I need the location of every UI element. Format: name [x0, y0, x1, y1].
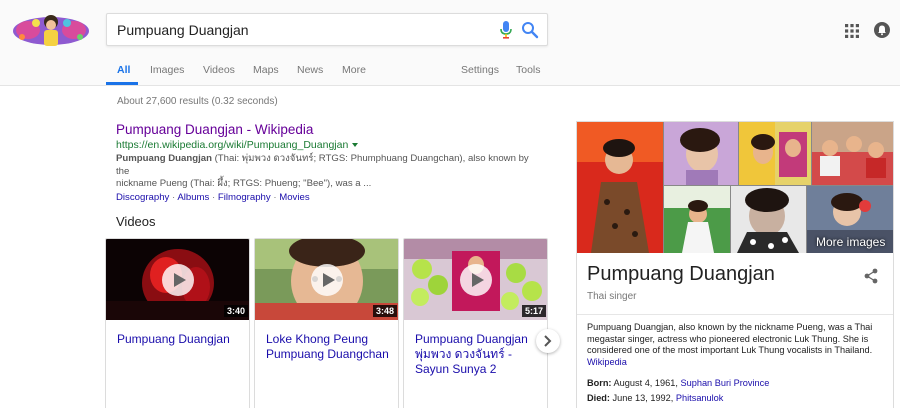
fact-died-value: June 13, 1992,: [612, 393, 674, 403]
search-result: Pumpuang Duangjan - Wikipedia https://en…: [116, 122, 536, 204]
fact-born-place-link[interactable]: Suphan Buri Province: [680, 378, 769, 388]
result-url-text: https://en.wikipedia.org/wiki/Pumpuang_D…: [116, 139, 349, 151]
tab-all[interactable]: All: [117, 64, 130, 76]
video-duration: 3:40: [223, 305, 248, 317]
description-source-link[interactable]: Wikipedia: [587, 357, 627, 367]
search-input[interactable]: [117, 14, 477, 45]
video-card[interactable]: 5:17 Pumpuang Duangjan พุ่มพวง ดวงจันทร์…: [403, 238, 548, 408]
tab-videos[interactable]: Videos: [203, 64, 235, 76]
knowledge-panel-description: Pumpuang Duangjan, also known by the nic…: [587, 322, 887, 368]
knowledge-panel: More images Pumpuang Duangjan Thai singe…: [576, 121, 894, 408]
sitelink-separator: ·: [273, 191, 277, 203]
knowledge-panel-divider: [577, 314, 893, 315]
search-box: [106, 13, 548, 46]
panel-image[interactable]: [664, 186, 730, 253]
videos-next-button[interactable]: [536, 329, 560, 353]
chevron-right-icon: [544, 335, 552, 347]
panel-image[interactable]: [812, 122, 893, 185]
result-url: https://en.wikipedia.org/wiki/Pumpuang_D…: [116, 139, 536, 152]
video-thumbnail[interactable]: 3:40: [106, 239, 249, 320]
sitelink-movies[interactable]: Movies: [279, 192, 309, 203]
snippet-bold-term: Pumpuang Duangjan: [116, 153, 212, 164]
sitelink-separator: ·: [172, 191, 176, 203]
sitelink-discography[interactable]: Discography: [116, 192, 169, 203]
google-doodle-logo[interactable]: [12, 10, 90, 50]
tab-more[interactable]: More: [342, 64, 366, 76]
play-icon[interactable]: [460, 264, 492, 296]
result-stats: About 27,600 results (0.32 seconds): [117, 96, 278, 107]
share-icon[interactable]: [863, 268, 879, 284]
tab-news[interactable]: News: [297, 64, 323, 76]
knowledge-panel-image-collage[interactable]: More images: [577, 122, 893, 253]
play-icon[interactable]: [162, 264, 194, 296]
video-title[interactable]: Loke Khong Peung Pumpuang Duangchan: [266, 332, 394, 362]
video-title[interactable]: Pumpuang Duangjan: [117, 332, 245, 347]
active-tab-indicator: [106, 82, 138, 85]
panel-image[interactable]: [577, 122, 663, 253]
tab-tools[interactable]: Tools: [516, 64, 541, 76]
result-snippet: Pumpuang Duangjan (Thai: พุ่มพวง ดวงจันท…: [116, 153, 536, 191]
video-duration: 5:17: [521, 305, 546, 317]
sitelink-albums[interactable]: Albums: [177, 192, 209, 203]
video-duration: 3:48: [372, 305, 397, 317]
sitelinks: Discography · Albums · Filmography · Mov…: [116, 192, 536, 204]
video-card[interactable]: 3:40 Pumpuang Duangjan: [105, 238, 250, 408]
search-icon[interactable]: [521, 21, 539, 39]
panel-image[interactable]: [739, 122, 811, 185]
video-thumbnail[interactable]: 3:48: [255, 239, 398, 320]
panel-image[interactable]: [664, 122, 738, 185]
fact-died-label: Died:: [587, 393, 610, 403]
video-card[interactable]: 3:48 Loke Khong Peung Pumpuang Duangchan: [254, 238, 399, 408]
apps-grid-icon[interactable]: [845, 24, 859, 38]
header: All Images Videos Maps News More Setting…: [0, 0, 900, 86]
account-notification-icon[interactable]: [874, 22, 890, 38]
knowledge-panel-title: Pumpuang Duangjan: [587, 263, 775, 285]
knowledge-panel-subtitle: Thai singer: [587, 291, 637, 302]
sitelink-separator: ·: [212, 191, 216, 203]
videos-heading: Videos: [116, 214, 156, 229]
video-title[interactable]: Pumpuang Duangjan พุ่มพวง ดวงจันทร์ - Sa…: [415, 332, 543, 377]
fact-died-place-link[interactable]: Phitsanulok: [676, 393, 724, 403]
description-text: Pumpuang Duangjan, also known by the nic…: [587, 322, 873, 356]
fact-born: Born: August 4, 1961, Suphan Buri Provin…: [587, 378, 769, 388]
search-tabs: All Images Videos Maps News More Setting…: [0, 56, 900, 86]
microphone-icon[interactable]: [499, 21, 513, 39]
result-title-link[interactable]: Pumpuang Duangjan - Wikipedia: [116, 122, 536, 138]
more-images-link[interactable]: More images: [816, 235, 885, 249]
snippet-line-2: nickname Pueng (Thai: ผึ้ง; RTGS: Phueng…: [116, 178, 372, 189]
sitelink-filmography[interactable]: Filmography: [218, 192, 271, 203]
panel-image[interactable]: [731, 186, 806, 253]
tab-images[interactable]: Images: [150, 64, 184, 76]
fact-born-label: Born:: [587, 378, 612, 388]
fact-born-value: August 4, 1961,: [613, 378, 678, 388]
url-dropdown-caret-icon[interactable]: [352, 143, 359, 148]
video-thumbnail[interactable]: 5:17: [404, 239, 547, 320]
fact-died: Died: June 13, 1992, Phitsanulok: [587, 393, 723, 403]
play-icon[interactable]: [311, 264, 343, 296]
tab-maps[interactable]: Maps: [253, 64, 279, 76]
tab-settings[interactable]: Settings: [461, 64, 499, 76]
